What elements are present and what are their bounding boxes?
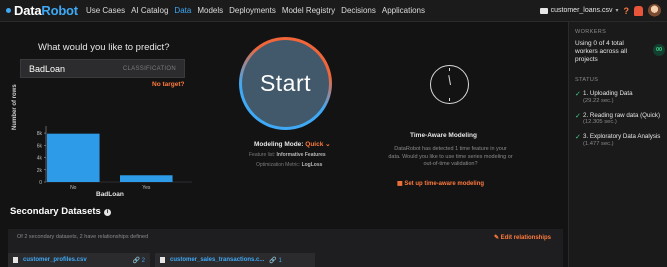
modeling-mode-label: Modeling Mode: <box>254 141 304 148</box>
status-step: ✓ 1. Uploading Data (29.22 sec.) <box>575 90 661 105</box>
metric-value: LogLoss <box>301 162 323 168</box>
feature-list[interactable]: Feature list: Informative Features <box>249 152 326 158</box>
status-step: ✓ 2. Reading raw data (Quick) (12.305 se… <box>575 112 661 127</box>
folder-icon <box>539 7 548 14</box>
x-tick-label: Yes <box>142 185 151 191</box>
start-button[interactable]: Start <box>239 37 332 130</box>
relationship-count: 🔗 1 <box>269 257 282 264</box>
dataset-chip[interactable]: customer_sales_transactions.c... 🔗 1 <box>155 253 315 267</box>
time-aware-description: DataRobot has detected 1 time feature in… <box>388 146 513 167</box>
help-icon[interactable]: ? <box>624 6 630 16</box>
checkmark-icon: ✓ <box>575 134 581 141</box>
secondary-datasets-heading: Secondary Datasets i <box>10 206 111 217</box>
nav-data[interactable]: Data <box>174 6 191 15</box>
x-tick-label: No <box>70 185 77 191</box>
nav-model-registry[interactable]: Model Registry <box>282 6 335 15</box>
checkmark-icon: ✓ <box>575 91 581 98</box>
relationship-count: 🔗 2 <box>132 257 145 264</box>
workers-badge[interactable]: 00 <box>653 44 665 56</box>
dataset-name: customer_sales_transactions.c... <box>170 257 265 263</box>
nav-menu: Use Cases AI Catalog Data Models Deploym… <box>86 6 425 15</box>
metric-label: Optimization Metric: <box>256 162 301 168</box>
modeling-mode-value: Quick <box>305 141 324 148</box>
histogram-svg: 0 2k 4k 6k 8k No Yes <box>37 126 192 191</box>
user-avatar[interactable] <box>648 4 661 17</box>
target-type-label: CLASSIFICATION <box>122 65 176 72</box>
feature-list-value: Informative Features <box>276 152 326 158</box>
logo-data: Data <box>14 3 42 18</box>
step-time: (12.305 sec.) <box>583 119 617 125</box>
x-axis-label: BadLoan <box>96 191 124 198</box>
notification-bell-icon[interactable] <box>634 5 643 16</box>
time-aware-link-label: Set up time-aware modeling <box>404 181 485 187</box>
nav-ai-catalog[interactable]: AI Catalog <box>131 6 168 15</box>
feature-list-label: Feature list: <box>249 152 276 158</box>
workers-heading: WORKERS <box>575 29 607 35</box>
dataset-name: customer_profiles.csv <box>23 257 87 263</box>
datarobot-logo[interactable]: DataRobot <box>14 3 78 18</box>
target-value: BadLoan <box>29 63 66 74</box>
start-label: Start <box>259 70 312 96</box>
info-icon[interactable]: i <box>103 209 111 216</box>
histogram-bar-yes <box>120 175 173 182</box>
clock-icon <box>430 65 469 104</box>
status-heading: STATUS <box>575 77 599 83</box>
file-icon <box>13 257 18 263</box>
secondary-title-text: Secondary Datasets <box>10 206 101 217</box>
edit-relationships-label: Edit relationships <box>500 235 551 241</box>
secondary-summary: Of 2 secondary datasets, 2 have relation… <box>17 234 149 240</box>
edit-relationships-link[interactable]: ✎ Edit relationships <box>494 234 551 241</box>
time-aware-setup-link[interactable]: ▦ Set up time-aware modeling <box>397 180 484 187</box>
chevron-down-icon: ⌄ <box>325 141 331 148</box>
logo-robot: Robot <box>41 3 78 18</box>
step-name: 1. Uploading Data <box>583 90 633 97</box>
project-name: customer_loans.csv <box>550 7 613 14</box>
start-button-inner: Start <box>242 40 329 127</box>
status-step: ✓ 3. Exploratory Data Analysis (1.477 se… <box>575 133 661 148</box>
top-nav: DataRobot Use Cases AI Catalog Data Mode… <box>0 0 667 22</box>
histogram-bar-no <box>47 133 100 182</box>
pencil-icon: ✎ <box>493 235 501 241</box>
step-name: 3. Exploratory Data Analysis <box>583 133 661 140</box>
nav-use-cases[interactable]: Use Cases <box>86 6 125 15</box>
nav-right: customer_loans.csv ▾ ? <box>539 4 661 17</box>
y-tick-label: 0 <box>39 180 42 186</box>
step-name: 2. Reading raw data (Quick) <box>583 111 661 119</box>
y-tick-label: 2k <box>37 168 43 174</box>
optimization-metric[interactable]: Optimization Metric: LogLoss <box>256 162 322 168</box>
secondary-datasets-panel: Of 2 secondary datasets, 2 have relation… <box>8 229 563 267</box>
y-axis-label: Number of rows <box>12 84 18 130</box>
predict-heading: What would you like to predict? <box>38 42 170 53</box>
time-aware-title: Time-Aware Modeling <box>410 132 477 139</box>
file-icon <box>160 257 165 263</box>
y-tick-label: 6k <box>37 143 43 149</box>
project-selector[interactable]: customer_loans.csv ▾ <box>539 7 619 14</box>
status-sidebar: WORKERS Using 0 of 4 total workers acros… <box>568 22 667 267</box>
nav-deployments[interactable]: Deployments <box>229 6 276 15</box>
checkmark-icon: ✓ <box>575 112 581 120</box>
nav-decisions[interactable]: Decisions <box>341 6 376 15</box>
target-input[interactable]: BadLoan CLASSIFICATION <box>20 59 185 78</box>
nav-models[interactable]: Models <box>197 6 223 15</box>
chevron-down-icon: ▾ <box>615 8 619 14</box>
step-time: (1.477 sec.) <box>583 140 614 147</box>
y-tick-label: 4k <box>37 156 43 162</box>
main-content: What would you like to predict? BadLoan … <box>0 22 568 267</box>
dataset-chip[interactable]: customer_profiles.csv 🔗 2 <box>8 253 150 267</box>
target-histogram: 0 2k 4k 6k 8k No Yes <box>30 122 200 202</box>
nav-applications[interactable]: Applications <box>382 6 425 15</box>
workers-text: Using 0 of 4 total workers across all pr… <box>575 40 628 63</box>
modeling-mode[interactable]: Modeling Mode: Quick ⌄ <box>254 140 331 148</box>
y-tick-label: 8k <box>37 131 43 137</box>
brand-dot-icon <box>6 8 11 13</box>
step-time: (29.22 sec.) <box>583 97 614 104</box>
no-target-link[interactable]: No target? <box>152 81 185 88</box>
